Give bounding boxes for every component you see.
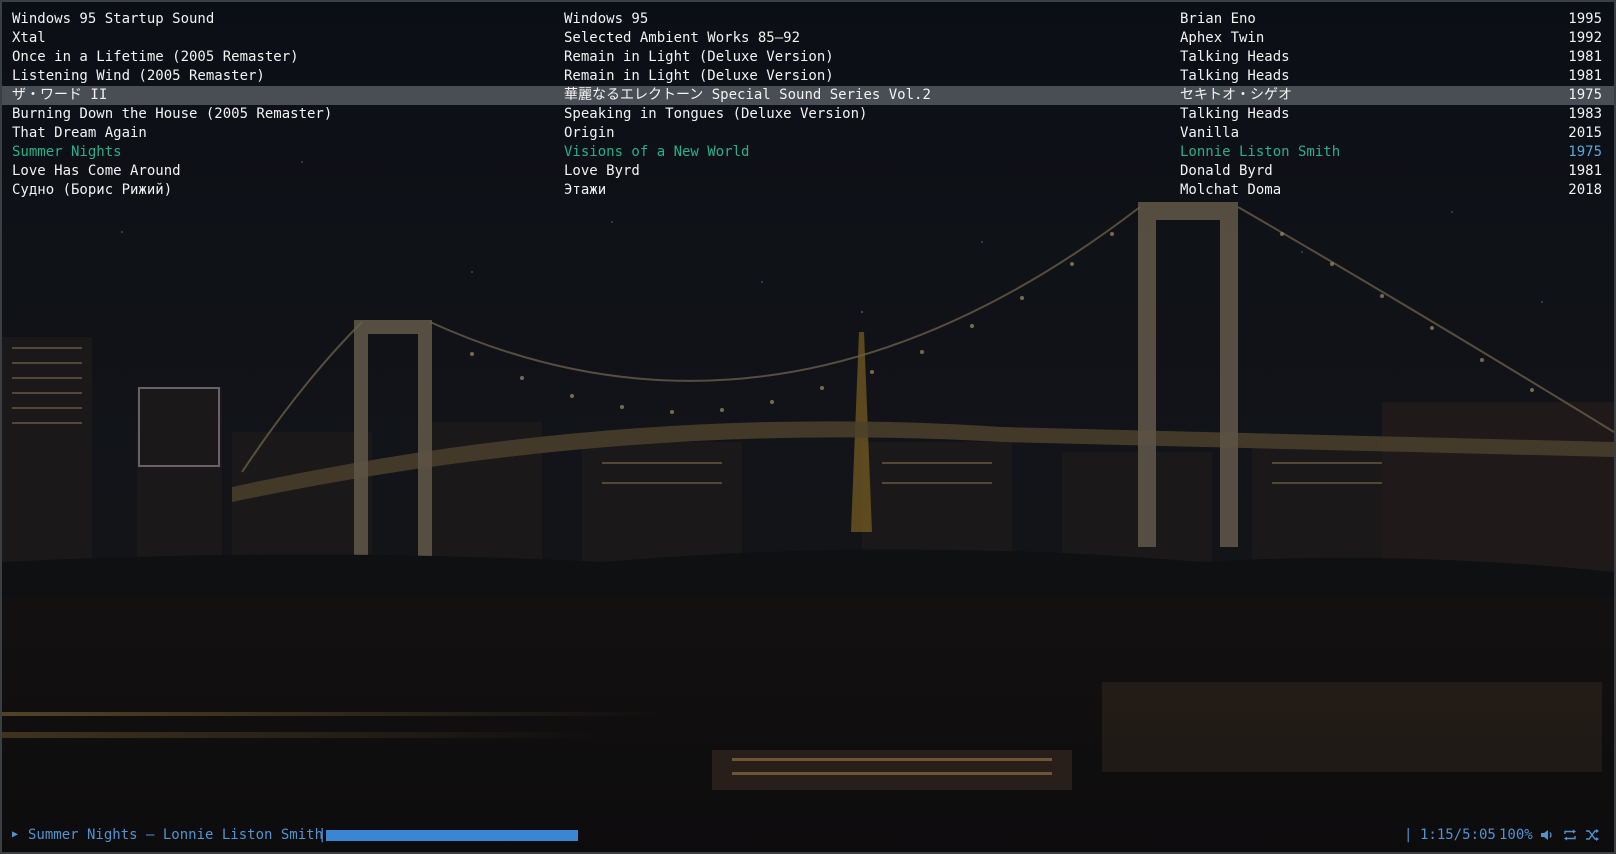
table-row[interactable]: Love Has Come Around Love Byrd Donald By… bbox=[2, 162, 1614, 181]
track-artist: Molchat Doma bbox=[1180, 182, 1282, 198]
track-artist: Aphex Twin bbox=[1180, 30, 1265, 46]
table-row-selected[interactable]: ザ・ワード II 華麗なるエレクトーン Special Sound Series… bbox=[2, 86, 1614, 105]
track-year: 1992 bbox=[1568, 30, 1602, 46]
table-row[interactable]: Судно (Борис Рижий) Этажи Molchat Doma 2… bbox=[2, 181, 1614, 200]
progress-bar[interactable] bbox=[326, 830, 1386, 841]
table-row[interactable]: Listening Wind (2005 Remaster) Remain in… bbox=[2, 67, 1614, 86]
status-bar: ▶ Summer Nights — Lonnie Liston Smith | … bbox=[2, 825, 1614, 845]
play-icon[interactable]: ▶ bbox=[12, 825, 18, 845]
track-title: Summer Nights bbox=[12, 144, 122, 160]
track-artist: Talking Heads bbox=[1180, 106, 1290, 122]
music-player-window: Windows 95 Startup Sound Windows 95 Bria… bbox=[0, 0, 1616, 854]
track-artist: Donald Byrd bbox=[1180, 163, 1273, 179]
track-artist: Brian Eno bbox=[1180, 11, 1256, 27]
track-album: Origin bbox=[564, 125, 615, 141]
track-year: 1995 bbox=[1568, 11, 1602, 27]
repeat-icon[interactable] bbox=[1563, 828, 1577, 842]
track-artist: Lonnie Liston Smith bbox=[1180, 144, 1341, 160]
shuffle-icon[interactable] bbox=[1585, 828, 1599, 842]
track-title: Судно (Борис Рижий) bbox=[12, 182, 173, 198]
status-separator: | bbox=[1404, 827, 1413, 843]
track-year: 2015 bbox=[1568, 125, 1602, 141]
track-year: 1981 bbox=[1568, 68, 1602, 84]
track-album: 華麗なるエレクトーン Special Sound Series Vol.2 bbox=[564, 87, 931, 103]
track-album: Love Byrd bbox=[564, 163, 640, 179]
track-album: Selected Ambient Works 85–92 bbox=[564, 30, 801, 46]
track-year: 1983 bbox=[1568, 106, 1602, 122]
track-year: 1981 bbox=[1568, 49, 1602, 65]
table-row[interactable]: Once in a Lifetime (2005 Remaster) Remai… bbox=[2, 48, 1614, 67]
table-row-now-playing[interactable]: Summer Nights Visions of a New World Lon… bbox=[2, 143, 1614, 162]
track-title: That Dream Again bbox=[12, 125, 147, 141]
track-year: 1975 bbox=[1568, 144, 1602, 160]
playback-time: 1:15/5:05 bbox=[1420, 827, 1496, 843]
track-album: Этажи bbox=[564, 182, 607, 198]
track-title: ザ・ワード II bbox=[12, 87, 108, 103]
track-artist: Vanilla bbox=[1180, 125, 1240, 141]
table-row[interactable]: Windows 95 Startup Sound Windows 95 Bria… bbox=[2, 10, 1614, 29]
track-album: Remain in Light (Deluxe Version) bbox=[564, 68, 834, 84]
now-playing-label: Summer Nights — Lonnie Liston Smith bbox=[28, 827, 324, 843]
progress-fill bbox=[326, 830, 579, 841]
volume-level[interactable]: 100% bbox=[1499, 825, 1533, 845]
track-album: Speaking in Tongues (Deluxe Version) bbox=[564, 106, 868, 122]
track-title: Love Has Come Around bbox=[12, 163, 181, 179]
volume-icon[interactable] bbox=[1540, 828, 1554, 842]
track-title: Once in a Lifetime (2005 Remaster) bbox=[12, 49, 299, 65]
table-row[interactable]: Xtal Selected Ambient Works 85–92 Aphex … bbox=[2, 29, 1614, 48]
track-artist: Talking Heads bbox=[1180, 49, 1290, 65]
track-album: Visions of a New World bbox=[564, 144, 750, 160]
track-year: 1981 bbox=[1568, 163, 1602, 179]
track-year: 1975 bbox=[1568, 87, 1602, 103]
track-title: Burning Down the House (2005 Remaster) bbox=[12, 106, 333, 122]
track-album: Windows 95 bbox=[564, 11, 649, 27]
track-title: Windows 95 Startup Sound bbox=[12, 11, 215, 27]
track-year: 2018 bbox=[1568, 182, 1602, 198]
table-row[interactable]: Burning Down the House (2005 Remaster) S… bbox=[2, 105, 1614, 124]
track-album: Remain in Light (Deluxe Version) bbox=[564, 49, 834, 65]
track-artist: Talking Heads bbox=[1180, 68, 1290, 84]
track-title: Xtal bbox=[12, 30, 46, 46]
track-artist: セキトオ・シゲオ bbox=[1180, 87, 1292, 103]
table-row[interactable]: That Dream Again Origin Vanilla 2015 bbox=[2, 124, 1614, 143]
track-title: Listening Wind (2005 Remaster) bbox=[12, 68, 265, 84]
track-list[interactable]: Windows 95 Startup Sound Windows 95 Bria… bbox=[2, 10, 1614, 200]
